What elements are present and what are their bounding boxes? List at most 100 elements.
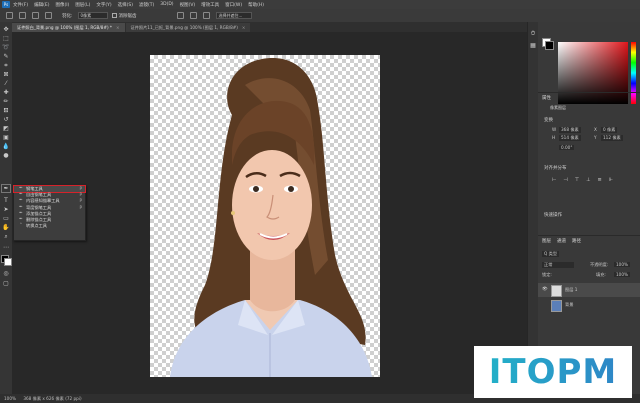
pen-tool-icon[interactable]: ✒ bbox=[1, 184, 11, 193]
menu-3d[interactable]: 3D(D) bbox=[160, 2, 173, 7]
align-center-icon[interactable]: ⊣ bbox=[563, 177, 567, 183]
gradient-tool-icon[interactable]: ▣ bbox=[2, 134, 10, 141]
menu-view[interactable]: 视图(V) bbox=[180, 2, 196, 8]
align-top-icon[interactable]: ⊥ bbox=[586, 177, 590, 183]
new-selection-icon[interactable] bbox=[19, 12, 26, 19]
align-middle-icon[interactable]: ≡ bbox=[597, 177, 601, 183]
align-bottom-icon[interactable]: ⊩ bbox=[609, 177, 613, 183]
document-tab-1[interactable]: 证件照白_背景.png @ 100% (图层 1, RGB/8#) * × bbox=[12, 23, 125, 32]
zoom-tool-icon[interactable]: ⌕ bbox=[2, 233, 10, 240]
move-tool-icon[interactable]: ✥ bbox=[2, 26, 10, 33]
menu-type[interactable]: 文字(Y) bbox=[96, 2, 111, 8]
tab-layers[interactable]: 图层 bbox=[542, 238, 551, 244]
marquee-tool-icon[interactable]: ⬚ bbox=[2, 35, 10, 42]
flyout-item-label: 弯度钢笔工具 bbox=[26, 204, 52, 210]
menu-file[interactable]: 文件(F) bbox=[13, 2, 28, 8]
align-distribute-title[interactable]: 对齐并分布 bbox=[544, 165, 567, 171]
brush-tool-icon[interactable]: ✏ bbox=[2, 98, 10, 105]
watermark-logo: ITOPM bbox=[474, 346, 632, 398]
options-bar: 羽化: 0像素 消除锯齿 选择并遮住... bbox=[0, 9, 640, 23]
screen-mode-icon[interactable]: ▢ bbox=[2, 280, 10, 287]
healing-brush-icon[interactable]: ✚ bbox=[2, 89, 10, 96]
swatches-panel-icon[interactable]: ▦ bbox=[529, 42, 537, 49]
layer-row[interactable]: 👁 图层 1 bbox=[538, 283, 640, 297]
watermark-text: ITOPM bbox=[488, 352, 618, 392]
menu-window[interactable]: 窗口(W) bbox=[225, 2, 242, 8]
subtract-selection-icon[interactable] bbox=[45, 12, 52, 19]
layer-row[interactable]: 背景 bbox=[538, 298, 640, 312]
close-icon[interactable]: × bbox=[242, 25, 246, 30]
select-and-mask-button[interactable]: 选择并遮住... bbox=[215, 12, 252, 19]
frame-tool-icon[interactable]: ⊠ bbox=[2, 71, 10, 78]
add-selection-icon[interactable] bbox=[32, 12, 39, 19]
path-select-icon[interactable]: ➤ bbox=[2, 206, 10, 213]
document-tab-2[interactable]: 证件照片11_已抠_背景.png @ 100% (图层 1, RGB/8#) × bbox=[125, 23, 251, 32]
portrait-image bbox=[170, 58, 372, 377]
align-left-icon[interactable]: ⊢ bbox=[552, 177, 556, 183]
fill-input[interactable]: 100% bbox=[614, 272, 630, 277]
width-input[interactable]: 368 像素 bbox=[559, 127, 581, 133]
tab-channels[interactable]: 通道 bbox=[557, 238, 566, 244]
w-label: W bbox=[552, 127, 557, 132]
feather-input[interactable]: 0像素 bbox=[77, 12, 108, 19]
convert-point-icon: ⌃ bbox=[19, 223, 23, 229]
layers-panel-tabs: 图层 通道 路径 bbox=[542, 238, 581, 244]
eyedropper-tool-icon[interactable]: ⁄ bbox=[2, 80, 10, 87]
menu-filter[interactable]: 滤镜(T) bbox=[139, 2, 154, 8]
background-color-swatch[interactable] bbox=[4, 258, 12, 266]
history-brush-icon[interactable]: ↺ bbox=[2, 116, 10, 123]
document-tab-bar: 证件照白_背景.png @ 100% (图层 1, RGB/8#) * × 证件照… bbox=[12, 22, 527, 32]
quick-mask-icon[interactable]: ◎ bbox=[2, 270, 10, 277]
document-canvas[interactable] bbox=[150, 55, 380, 377]
layer-name[interactable]: 图层 1 bbox=[565, 287, 577, 293]
layer-name[interactable]: 背景 bbox=[565, 302, 573, 308]
menu-image[interactable]: 图像(I) bbox=[55, 2, 69, 8]
transform-title[interactable]: 变换 bbox=[544, 117, 553, 123]
close-icon[interactable]: × bbox=[116, 25, 120, 30]
menu-help[interactable]: 帮助(H) bbox=[248, 2, 264, 8]
align-right-icon[interactable]: ⊤ bbox=[575, 177, 579, 183]
opacity-input[interactable]: 100% bbox=[614, 262, 630, 267]
color-bg-swatch[interactable] bbox=[545, 41, 554, 50]
layer-filter-select[interactable]: Q 类型 bbox=[542, 251, 560, 257]
hue-slider[interactable] bbox=[631, 42, 636, 104]
zoom-icon[interactable] bbox=[202, 12, 210, 19]
y-input[interactable]: 112 像素 bbox=[601, 135, 623, 141]
document-info: 368 像素 x 626 像素 (72 ppi) bbox=[23, 396, 82, 401]
blend-mode-select[interactable]: 正常 bbox=[542, 262, 574, 268]
properties-panel-title[interactable]: 属性 bbox=[542, 95, 551, 101]
shape-tool-icon[interactable]: ▭ bbox=[2, 215, 10, 222]
antialias-checkbox[interactable] bbox=[111, 13, 117, 18]
eraser-tool-icon[interactable]: ◩ bbox=[2, 125, 10, 132]
lasso-tool-icon[interactable]: ➰ bbox=[2, 44, 10, 51]
blur-tool-icon[interactable]: 💧 bbox=[2, 143, 10, 150]
dodge-tool-icon[interactable]: ● bbox=[2, 152, 10, 159]
zoom-level[interactable]: 100% bbox=[4, 396, 16, 401]
flyout-item-label: 自由钢笔工具 bbox=[26, 192, 52, 198]
menu-edit[interactable]: 编辑(E) bbox=[34, 2, 49, 8]
crop-tool-icon[interactable]: ⌗ bbox=[2, 62, 10, 69]
tab-paths[interactable]: 路径 bbox=[572, 238, 581, 244]
tool-preset-icon[interactable] bbox=[6, 12, 13, 19]
height-input[interactable]: 514 像素 bbox=[559, 135, 581, 141]
menu-layer[interactable]: 图层(L) bbox=[75, 2, 90, 8]
layer-thumbnail bbox=[551, 285, 562, 297]
menu-plugins[interactable]: 增效工具 bbox=[201, 2, 219, 8]
quick-actions-title[interactable]: 快速操作 bbox=[544, 212, 562, 218]
eye-icon[interactable]: 👁 bbox=[542, 287, 548, 292]
menu-select[interactable]: 选择(S) bbox=[118, 2, 133, 8]
history-panel-icon[interactable]: ⏱ bbox=[529, 30, 537, 37]
rotate-icon[interactable] bbox=[176, 12, 184, 19]
flyout-item-convert-point[interactable]: ⌃ 转换点工具 bbox=[14, 223, 85, 229]
quick-select-tool-icon[interactable]: ✎ bbox=[2, 53, 10, 60]
color-picker-field[interactable] bbox=[558, 42, 628, 104]
pen-tool-flyout-menu: ✒ 钢笔工具 P ✒ 自由钢笔工具 P ✒ 内容感知描摹工具 P ✒ 弯度钢笔工… bbox=[13, 184, 86, 241]
more-tools-icon[interactable]: ⋯ bbox=[2, 244, 10, 251]
hand-tool-icon[interactable]: ✋ bbox=[2, 224, 10, 231]
type-tool-icon[interactable]: T bbox=[2, 197, 10, 204]
hand-icon[interactable] bbox=[189, 12, 197, 19]
angle-input[interactable]: 0.00° bbox=[559, 145, 575, 150]
clone-stamp-icon[interactable]: ⛾ bbox=[2, 107, 10, 114]
document-tab-1-label: 证件照白_背景.png @ 100% (图层 1, RGB/8#) * bbox=[17, 25, 113, 30]
x-input[interactable]: 0 像素 bbox=[601, 127, 618, 133]
